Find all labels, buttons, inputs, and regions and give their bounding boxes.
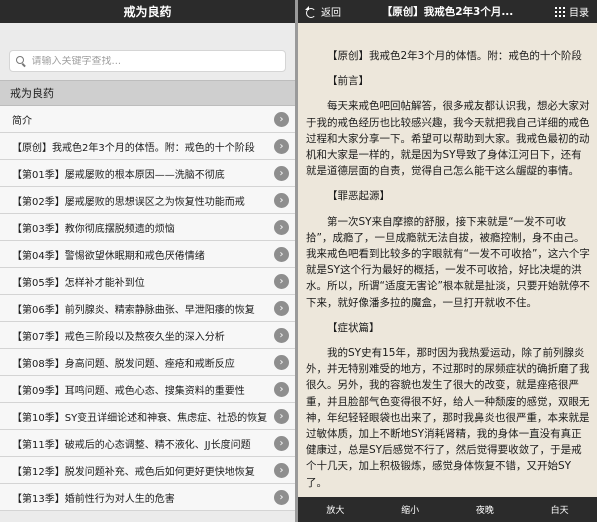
section-title: 戒为良药 [10, 87, 54, 100]
list-item[interactable]: 【第08季】身高问题、脱发问题、痤疮和戒断反应 › [0, 349, 295, 376]
chevron-right-icon: › [274, 246, 289, 262]
catalog-title-bar: 戒为良药 [0, 0, 295, 23]
catalog-pane: 戒为良药 戒为良药 简介›【原创】我戒色2年3个月的体悟。附：戒色的十个阶段›【… [0, 0, 295, 522]
chevron-right-icon: › [274, 300, 289, 316]
list-item[interactable]: 【第07季】戒色三阶段以及熬夜久坐的深入分析 › [0, 322, 295, 349]
chevron-right-icon: › [274, 273, 289, 289]
chevron-right-icon: › [274, 192, 289, 208]
list-item-label: 【第01季】屡戒屡败的根本原因——洗脑不彻底 [12, 169, 225, 181]
list-item-label: 【第11季】破戒后的心态调整、精不液化、JJ长度问题 [12, 439, 251, 451]
chevron-right-icon: › [274, 408, 289, 424]
list-item[interactable]: 简介 › [0, 106, 295, 133]
reader-bottom-bar: 放大 缩小 夜晚 白天 [298, 497, 597, 522]
article-paragraph: 【症状篇】 [327, 321, 380, 334]
list-item-label: 【第12季】脱发问题补充、戒色后如何更好更快地恢复 [12, 466, 255, 478]
book-section-header: 戒为良药 [0, 80, 295, 106]
list-item-label: 【第04季】警惕欲望休眠期和戒色厌倦情绪 [12, 250, 205, 262]
list-item[interactable]: 【第12季】脱发问题补充、戒色后如何更好更快地恢复 › [0, 457, 295, 484]
toc-label: 目录 [569, 8, 589, 19]
chevron-right-icon: › [274, 462, 289, 478]
list-item[interactable]: 【第09季】耳鸣问题、戒色心态、搜集资料的重要性 › [0, 376, 295, 403]
article-body: 【原创】我戒色2年3个月的体悟。附：戒色的十个阶段 【前言】每天来戒色吧回帖解答，… [298, 23, 597, 497]
article-paragraph: 【罪恶起源】 [327, 190, 390, 203]
list-item[interactable]: 【第11季】破戒后的心态调整、精不液化、JJ长度问题 › [0, 430, 295, 457]
list-item[interactable]: 【第04季】警惕欲望休眠期和戒色厌倦情绪 › [0, 241, 295, 268]
list-item[interactable]: 【第05季】怎样补才能补到位 › [0, 268, 295, 295]
search-input[interactable] [31, 55, 279, 67]
list-item-label: 简介 [12, 115, 32, 127]
catalog-title: 戒为良药 [123, 5, 172, 19]
back-label: 返回 [321, 8, 341, 19]
list-item-label: 【第09季】耳鸣问题、戒色心态、搜集资料的重要性 [12, 385, 245, 397]
list-item[interactable]: 【第13季】婚前性行为对人生的危害 › [0, 484, 295, 511]
reader-title: 【原创】我戒色2年3个月... [381, 6, 514, 18]
chevron-right-icon: › [274, 381, 289, 397]
list-item-label: 【原创】我戒色2年3个月的体悟。附：戒色的十个阶段 [12, 142, 255, 154]
article-paragraph: 每天来戒色吧回帖解答，很多戒友都认识我，想必大家对于我的戒色经历也比较感兴趣，我… [306, 100, 590, 178]
night-mode-button[interactable]: 夜晚 [448, 497, 523, 522]
article-paragraph: 我的SY史有15年，那时因为我热爱运动，除了前列腺炎外，并无特别难受的地方，不过… [306, 347, 590, 489]
zoom-in-button[interactable]: 放大 [298, 497, 373, 522]
list-item-label: 【第13季】婚前性行为对人生的危害 [12, 493, 175, 505]
list-item-label: 【第02季】屡戒屡败的思想误区之为恢复性功能而戒 [12, 196, 245, 208]
list-item[interactable]: 【原创】我戒色2年3个月的体悟。附：戒色的十个阶段 › [0, 133, 295, 160]
chevron-right-icon: › [274, 354, 289, 370]
grid-menu-icon [555, 6, 565, 17]
list-item-label: 【第06季】前列腺炎、精索静脉曲张、早泄阳痿的恢复 [12, 304, 255, 316]
list-item[interactable]: 【第02季】屡戒屡败的思想误区之为恢复性功能而戒 › [0, 187, 295, 214]
list-item-label: 【第07季】戒色三阶段以及熬夜久坐的深入分析 [12, 331, 225, 343]
reader-pane: 返回 【原创】我戒色2年3个月... 目录 【原创】我戒色2年3个月的体悟。附：… [298, 0, 597, 522]
chevron-right-icon: › [274, 111, 289, 127]
list-item-label: 【第05季】怎样补才能补到位 [12, 277, 145, 289]
toc-button[interactable]: 目录 [553, 4, 597, 19]
list-item[interactable]: 【第06季】前列腺炎、精索静脉曲张、早泄阳痿的恢复 › [0, 295, 295, 322]
chevron-right-icon: › [274, 489, 289, 505]
search-icon [16, 56, 26, 66]
article-paragraph: 第一次SY来自摩擦的舒服，接下来就是“一发不可收拾”，成瘾了，一旦成瘾就无法自拔… [306, 215, 590, 309]
app-root: 戒为良药 戒为良药 简介›【原创】我戒色2年3个月的体悟。附：戒色的十个阶段›【… [0, 0, 597, 522]
search-box[interactable] [9, 50, 286, 72]
zoom-out-button[interactable]: 缩小 [373, 497, 448, 522]
chevron-right-icon: › [274, 327, 289, 343]
list-item-label: 【第08季】身高问题、脱发问题、痤疮和戒断反应 [12, 358, 235, 370]
back-button[interactable]: 返回 [298, 4, 342, 19]
list-item-label: 【第10季】SY变丑详细论述和神衰、焦虑症、社恐的恢复 [12, 412, 268, 424]
back-arrow-icon [304, 5, 316, 18]
chevron-right-icon: › [274, 165, 289, 181]
reader-top-bar: 返回 【原创】我戒色2年3个月... 目录 [298, 0, 597, 23]
article-paragraph: 【原创】我戒色2年3个月的体悟。附：戒色的十个阶段 [327, 50, 582, 62]
list-item-label: 【第03季】教你彻底摆脱频遗的烦恼 [12, 223, 175, 235]
list-item[interactable]: 【第01季】屡戒屡败的根本原因——洗脑不彻底 › [0, 160, 295, 187]
chevron-right-icon: › [274, 219, 289, 235]
chevron-right-icon: › [274, 138, 289, 154]
day-mode-button[interactable]: 白天 [522, 497, 597, 522]
chevron-right-icon: › [274, 435, 289, 451]
article-paragraph: 【前言】 [327, 75, 369, 88]
list-item[interactable]: 【第10季】SY变丑详细论述和神衰、焦虑症、社恐的恢复 › [0, 403, 295, 430]
chapter-list: 简介 › 【原创】我戒色2年3个月的体悟。附：戒色的十个阶段 › 【第01季】屡戒屡败的… [0, 106, 295, 511]
list-item[interactable]: 【第03季】教你彻底摆脱频遗的烦恼 › [0, 214, 295, 241]
